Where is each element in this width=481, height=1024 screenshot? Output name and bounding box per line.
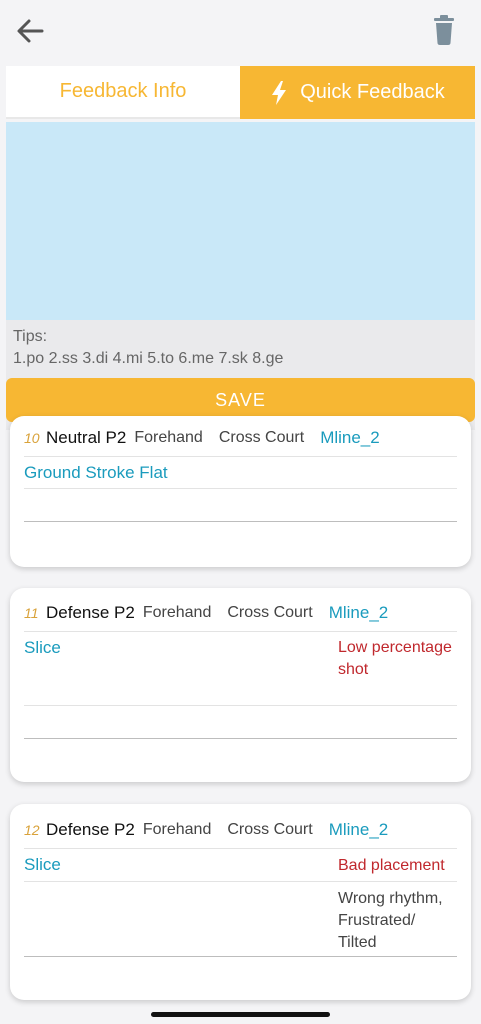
top-bar [0, 0, 481, 64]
divider [24, 488, 457, 489]
shot-hand: Forehand [142, 821, 212, 838]
error-label: Bad placement [338, 857, 445, 874]
stroke-label: Slice [24, 855, 61, 874]
tips-title: Tips: [13, 328, 48, 345]
feedback-card[interactable]: 11 Defense P2 Forehand Cross Court Mline… [10, 588, 471, 782]
shot-direction: Cross Court [218, 429, 305, 446]
shot-hand: Forehand [142, 604, 212, 621]
stroke-label: Slice [24, 638, 61, 657]
error-label: Low percentage shot [338, 639, 452, 678]
shot-direction: Cross Court [227, 821, 313, 838]
stroke-label: Ground Stroke Flat [24, 463, 168, 482]
shot-direction: Cross Court [227, 604, 313, 621]
divider [24, 705, 457, 706]
card-header: 12 Defense P2 Forehand Cross Court Mline… [24, 812, 457, 849]
lightning-bolt-icon [272, 80, 287, 105]
shot-mline: Mline_2 [320, 428, 380, 447]
home-indicator [151, 1012, 330, 1017]
shot-number: 11 [24, 605, 39, 621]
divider [24, 738, 457, 739]
shot-type: Neutral P2 [46, 428, 127, 447]
feedback-card[interactable]: 10 Neutral P2 Forehand Cross Court Mline… [10, 416, 471, 567]
shot-type: Defense P2 [46, 820, 135, 839]
trash-icon[interactable] [430, 14, 458, 46]
feedback-input-area[interactable] [6, 122, 475, 320]
tab-quick-feedback[interactable]: Quick Feedback [240, 66, 475, 119]
arrow-left-icon[interactable] [14, 14, 48, 48]
divider [24, 521, 457, 522]
divider [24, 956, 457, 957]
shot-mline: Mline_2 [328, 603, 389, 622]
divider [24, 881, 457, 882]
note-label: Wrong rhythm, Frustrated/ Tilted [338, 890, 443, 951]
card-header: 11 Defense P2 Forehand Cross Court Mline… [24, 595, 457, 632]
tab-feedback-info-label: Feedback Info [59, 80, 187, 102]
shot-number: 10 [24, 430, 40, 446]
card-header: 10 Neutral P2 Forehand Cross Court Mline… [24, 420, 457, 457]
tab-feedback-info[interactable]: Feedback Info [6, 66, 240, 119]
feedback-tabs: Feedback Info Quick Feedback [6, 66, 475, 119]
shot-type: Defense P2 [46, 603, 135, 622]
shot-hand: Forehand [134, 429, 203, 446]
shot-number: 12 [24, 822, 40, 838]
feedback-card[interactable]: 12 Defense P2 Forehand Cross Court Mline… [10, 804, 471, 1000]
tab-quick-feedback-label: Quick Feedback [300, 81, 445, 103]
shot-mline: Mline_2 [328, 820, 389, 839]
tips-text: 1.po 2.ss 3.di 4.mi 5.to 6.me 7.sk 8.ge [13, 350, 284, 367]
